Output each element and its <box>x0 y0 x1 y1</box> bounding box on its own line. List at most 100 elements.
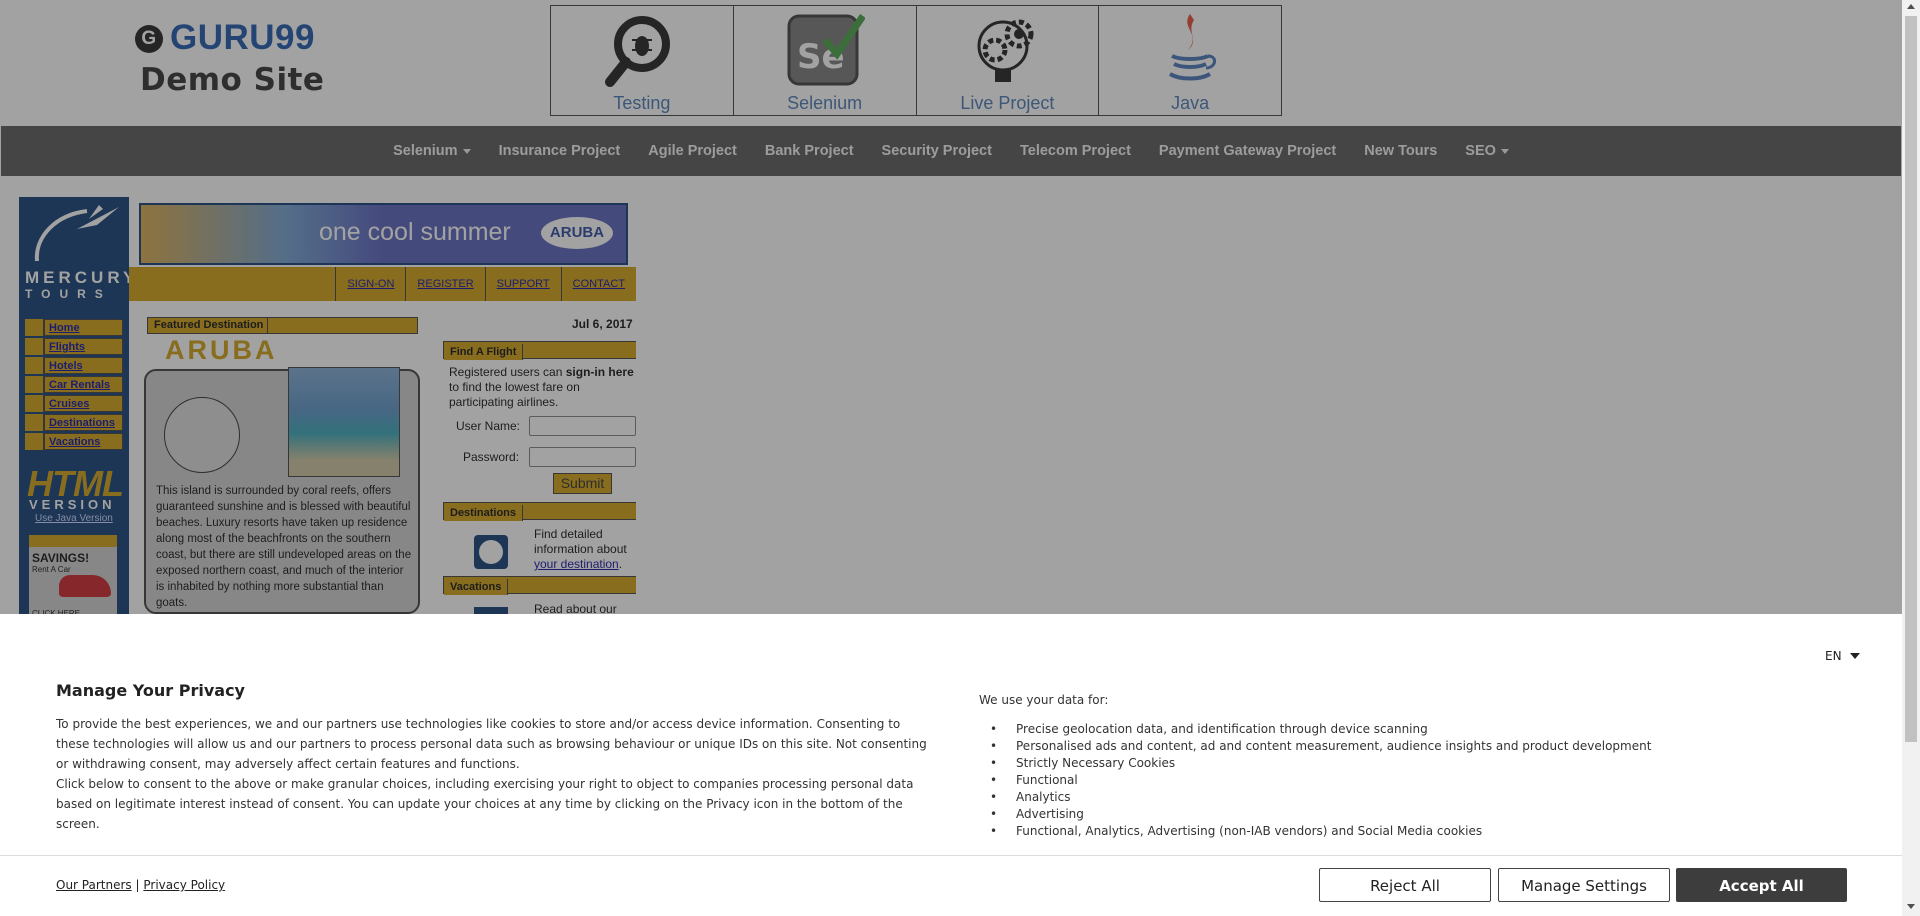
scrollbar-thumb[interactable] <box>1905 16 1917 742</box>
version-label: VERSION <box>29 497 116 512</box>
section-label: Destinations <box>444 505 524 521</box>
nav-item-bank[interactable]: Bank Project <box>765 143 854 159</box>
password-label: Password: <box>463 450 520 464</box>
menu-bullet <box>25 319 44 336</box>
destinations-text: Find detailed information about your des… <box>534 527 636 572</box>
caret-down-icon <box>1849 653 1860 659</box>
nav-item-selenium[interactable]: Selenium <box>393 143 471 159</box>
privacy-policy-link[interactable]: Privacy Policy <box>143 878 225 892</box>
menu-label: Vacations <box>44 433 123 450</box>
accept-all-button[interactable]: Accept All <box>1676 868 1847 902</box>
menu-bullet <box>25 338 44 355</box>
car-rental-ad[interactable]: SAVINGS! Rent A Car CLICK HERE <box>29 535 117 617</box>
logo-top: MERCURY <box>25 268 139 287</box>
find-flight-header: Find A Flight <box>443 341 636 360</box>
data-purposes-list: Precise geolocation data, and identifica… <box>990 721 1651 840</box>
contact-link[interactable]: CONTACT <box>560 267 636 301</box>
nav-item-security[interactable]: Security Project <box>882 143 992 159</box>
logo-bottom: TOURS <box>25 287 112 301</box>
menu-item-car-rentals[interactable]: Car Rentals <box>25 376 123 393</box>
tile-live-project[interactable]: Live Project <box>917 6 1100 115</box>
tile-label: Testing <box>613 93 671 113</box>
mercury-tours-frame: MERCURY TOURS Home Flights Hotels Car Re… <box>19 197 636 617</box>
username-input[interactable] <box>529 416 636 436</box>
tile-testing[interactable]: Testing <box>551 6 734 115</box>
scroll-up-arrow-icon[interactable] <box>1907 4 1915 9</box>
tile-label: Java <box>1171 93 1210 113</box>
menu-bullet <box>25 414 44 431</box>
submit-button[interactable]: Submit <box>553 473 612 494</box>
ff-text-part: Registered users can <box>449 365 566 379</box>
privacy-title: Manage Your Privacy <box>56 681 245 700</box>
nav-item-insurance[interactable]: Insurance Project <box>499 143 621 159</box>
aruba-banner[interactable]: one cool summer ARUBA <box>139 203 628 265</box>
java-icon <box>1169 14 1217 81</box>
tile-java[interactable]: Java <box>1099 6 1281 115</box>
menu-bullet <box>25 395 44 412</box>
reject-all-button[interactable]: Reject All <box>1319 868 1491 902</box>
manage-settings-button[interactable]: Manage Settings <box>1498 868 1670 902</box>
vertical-scrollbar[interactable] <box>1902 0 1920 916</box>
password-input[interactable] <box>529 447 636 467</box>
nav-item-telecom[interactable]: Telecom Project <box>1020 143 1131 159</box>
support-link[interactable]: SUPPORT <box>484 267 561 301</box>
caret-down-icon <box>462 148 471 154</box>
site-subtitle: Demo Site <box>140 62 325 98</box>
language-selector[interactable]: EN <box>1825 649 1860 663</box>
menu-item-home[interactable]: Home <box>25 319 123 336</box>
dest-text-part: . <box>618 557 623 571</box>
tile-label: Selenium <box>787 93 863 113</box>
menu-item-flights[interactable]: Flights <box>25 338 123 355</box>
site-logo[interactable]: G GURU99 Demo Site <box>135 18 324 98</box>
our-partners-link[interactable]: Our Partners <box>56 878 132 892</box>
menu-label: Home <box>44 319 123 336</box>
dest-text-part: Find detailed information about <box>534 527 627 556</box>
featured-box: This island is surrounded by coral reefs… <box>144 367 420 614</box>
tile-selenium[interactable]: Se Selenium <box>734 6 917 115</box>
privacy-paragraph-2: Click below to consent to the above or m… <box>56 777 914 831</box>
list-item: Analytics <box>990 789 1651 806</box>
sign-on-link[interactable]: SIGN-ON <box>335 267 405 301</box>
guru99-logo-icon: G <box>135 25 163 53</box>
register-link[interactable]: REGISTER <box>405 267 484 301</box>
featured-text: This island is surrounded by coral reefs… <box>156 485 412 609</box>
ad-title: SAVINGS! <box>32 551 90 565</box>
menu-bullet <box>25 376 44 393</box>
language-label: EN <box>1825 649 1842 663</box>
privacy-consent-banner: EN Manage Your Privacy To provide the be… <box>0 614 1902 916</box>
featured-header: Featured Destination <box>147 317 418 334</box>
menu-label: Destinations <box>44 414 123 431</box>
side-menu: Home Flights Hotels Car Rentals Cruises … <box>25 319 123 452</box>
nav-item-new-tours[interactable]: New Tours <box>1364 143 1437 159</box>
featured-name: ARUBA <box>165 335 278 365</box>
list-item: Functional, Analytics, Advertising (non-… <box>990 823 1651 840</box>
your-destination-link[interactable]: your destination <box>534 557 619 571</box>
category-tiles: Testing Se Selenium Live Project Java <box>550 5 1282 116</box>
scroll-down-arrow-icon[interactable] <box>1907 904 1915 909</box>
menu-item-hotels[interactable]: Hotels <box>25 357 123 374</box>
list-item: Functional <box>990 772 1651 789</box>
left-column: MERCURY TOURS Home Flights Hotels Car Re… <box>19 197 134 617</box>
vacations-header: Vacations <box>443 576 636 595</box>
ad-subtitle: Rent A Car <box>32 565 71 574</box>
nav-item-seo[interactable]: SEO <box>1465 143 1509 159</box>
nav-label: SEO <box>1465 143 1496 159</box>
ff-text-part: to find the lowest fare on participating… <box>449 380 580 409</box>
nav-item-agile[interactable]: Agile Project <box>648 143 737 159</box>
globe-icon <box>164 397 240 473</box>
privacy-description: To provide the best experiences, we and … <box>56 714 928 834</box>
menu-label: Car Rentals <box>44 376 123 393</box>
link-separator: | <box>135 878 140 892</box>
menu-item-cruises[interactable]: Cruises <box>25 395 123 412</box>
current-date: Jul 6, 2017 <box>572 317 633 331</box>
menu-item-vacations[interactable]: Vacations <box>25 433 123 450</box>
username-label: User Name: <box>456 419 521 433</box>
java-version-link[interactable]: Use Java Version <box>35 513 113 524</box>
beach-photo <box>288 367 400 477</box>
section-label: Find A Flight <box>444 344 524 360</box>
menu-label: Hotels <box>44 357 123 374</box>
top-links: SIGN-ON REGISTER SUPPORT CONTACT <box>335 267 636 301</box>
nav-item-payment-gateway[interactable]: Payment Gateway Project <box>1159 143 1336 159</box>
menu-item-destinations[interactable]: Destinations <box>25 414 123 431</box>
sign-in-here-text: sign-in here <box>565 365 634 379</box>
